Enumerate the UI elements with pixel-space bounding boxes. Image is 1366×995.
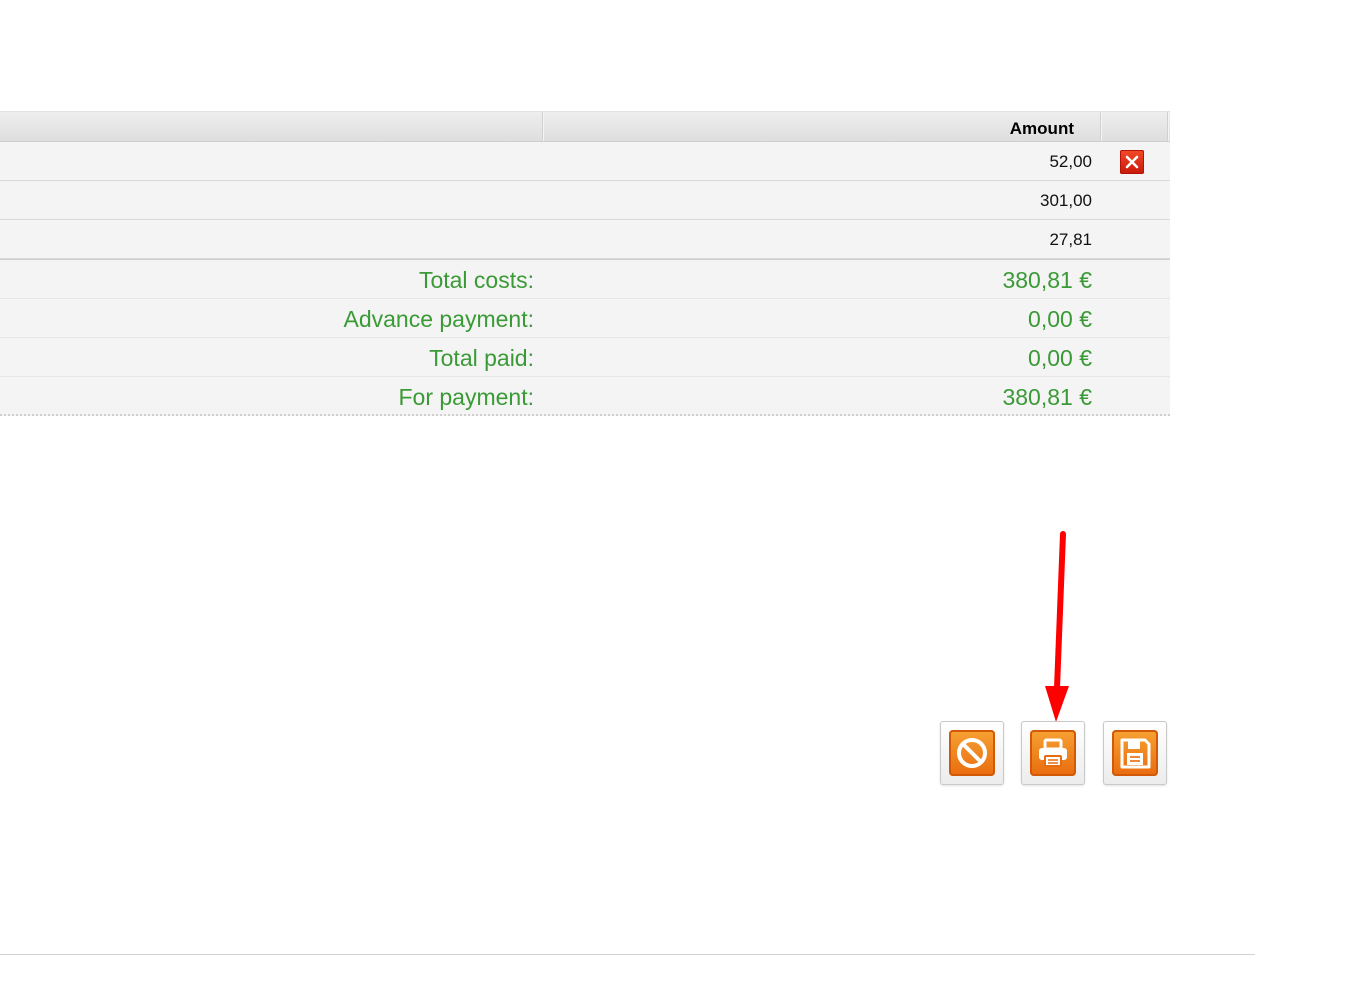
table-row[interactable]: 27,81 — [0, 220, 1170, 259]
row-amount: 52,00 — [1049, 152, 1092, 171]
for-payment-label: For payment: — [398, 384, 535, 410]
advance-payment-value: 0,00 € — [1028, 306, 1092, 332]
save-button[interactable] — [1103, 721, 1167, 785]
footer-divider — [0, 954, 1255, 955]
floppy-disk-icon-tile — [1112, 730, 1158, 776]
printer-icon-tile — [1030, 730, 1076, 776]
annotation-arrow — [1045, 531, 1069, 722]
total-row-total-costs: Total costs: 380,81 € — [0, 260, 1170, 299]
close-icon — [1125, 155, 1139, 169]
advance-payment-label: Advance payment: — [343, 306, 534, 332]
column-separator[interactable] — [1167, 112, 1169, 141]
column-separator[interactable] — [1100, 112, 1102, 141]
total-row-for-payment: For payment: 380,81 € — [0, 377, 1170, 416]
total-costs-value: 380,81 € — [1002, 267, 1092, 293]
column-separator[interactable] — [542, 112, 544, 141]
cancel-icon-tile — [949, 730, 995, 776]
page: Amount 52,00 301,00 27,81 Total costs: 3… — [0, 0, 1366, 995]
table-row[interactable]: 52,00 — [0, 142, 1170, 181]
grid-header: Amount — [0, 111, 1170, 142]
cancel-button[interactable] — [940, 721, 1004, 785]
row-amount: 301,00 — [1040, 191, 1092, 210]
total-costs-label: Total costs: — [418, 267, 534, 293]
cancel-icon — [957, 738, 987, 768]
floppy-disk-icon — [1120, 738, 1151, 769]
table-row[interactable]: 301,00 — [0, 181, 1170, 220]
total-paid-label: Total paid: — [429, 345, 534, 371]
row-amount: 27,81 — [1049, 230, 1092, 249]
for-payment-value: 380,81 € — [1002, 384, 1092, 410]
total-paid-value: 0,00 € — [1028, 345, 1092, 371]
total-row-total-paid: Total paid: 0,00 € — [0, 338, 1170, 377]
delete-row-button[interactable] — [1120, 150, 1144, 174]
printer-icon — [1039, 738, 1067, 767]
cost-grid: Amount 52,00 301,00 27,81 Total costs: 3… — [0, 111, 1170, 416]
total-row-advance-payment: Advance payment: 0,00 € — [0, 299, 1170, 338]
column-header-amount[interactable]: Amount — [1010, 119, 1074, 139]
print-button[interactable] — [1021, 721, 1085, 785]
